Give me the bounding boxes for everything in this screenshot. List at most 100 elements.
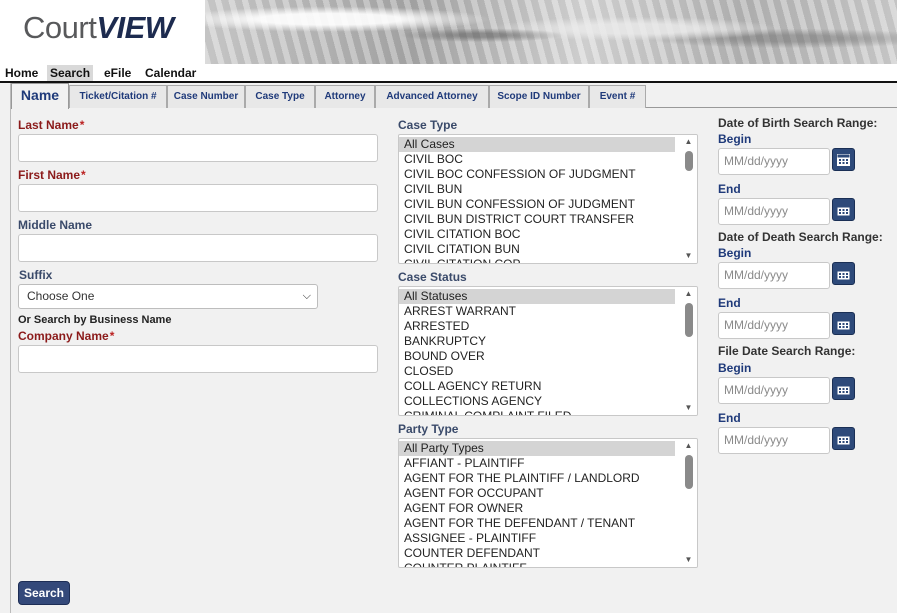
required-mark: *: [81, 168, 86, 182]
company-name-input[interactable]: [18, 345, 378, 373]
tab-event[interactable]: Event #: [589, 85, 646, 108]
dod-begin-input[interactable]: MM/dd/yyyy: [718, 262, 830, 289]
scroll-up-icon[interactable]: ▲: [680, 136, 697, 148]
last-name-label: Last Name*: [18, 118, 84, 132]
dod-end-calendar-icon[interactable]: [832, 312, 855, 335]
first-name-label: First Name*: [18, 168, 86, 182]
scroll-up-icon[interactable]: ▲: [680, 288, 697, 300]
nav-efile[interactable]: eFile: [101, 65, 134, 81]
company-name-label-text: Company Name: [18, 329, 109, 343]
case-type-option[interactable]: CIVIL CITATION BOC: [399, 227, 675, 242]
tab-case-type[interactable]: Case Type: [245, 85, 315, 108]
case-type-options: All Cases CIVIL BOC CIVIL BOC CONFESSION O…: [399, 137, 675, 263]
logo-part-court: Court: [23, 10, 97, 45]
case-status-label: Case Status: [398, 270, 467, 284]
tab-scope-id-number[interactable]: Scope ID Number: [489, 85, 589, 108]
case-status-option[interactable]: ARRESTED: [399, 319, 675, 334]
case-type-scrollbar[interactable]: ▲ ▼: [680, 135, 697, 263]
suffix-select[interactable]: Choose One ⌵: [18, 284, 318, 309]
case-type-option[interactable]: All Cases: [399, 137, 675, 152]
middle-name-input[interactable]: [18, 234, 378, 262]
dod-end-input[interactable]: MM/dd/yyyy: [718, 312, 830, 339]
tab-attorney[interactable]: Attorney: [315, 85, 375, 108]
suffix-label: Suffix: [19, 268, 53, 282]
case-type-option[interactable]: CIVIL BUN DISTRICT COURT TRANSFER: [399, 212, 675, 227]
party-type-option[interactable]: AGENT FOR THE PLAINTIFF / LANDLORD: [399, 471, 675, 486]
last-name-input[interactable]: [18, 134, 378, 162]
dob-begin-calendar-icon[interactable]: [832, 148, 855, 171]
company-name-label: Company Name*: [18, 329, 114, 343]
search-tabs: Name Ticket/Citation # Case Number Case …: [11, 83, 897, 109]
header: CourtVIEW: [0, 0, 897, 64]
scroll-down-icon[interactable]: ▼: [680, 554, 697, 566]
nav-home[interactable]: Home: [2, 65, 41, 81]
tab-case-number[interactable]: Case Number: [167, 85, 245, 108]
middle-name-label: Middle Name: [18, 218, 93, 232]
dod-range-label: Date of Death Search Range:: [718, 230, 883, 244]
nav-search[interactable]: Search: [47, 65, 94, 81]
nav-calendar[interactable]: Calendar: [142, 65, 199, 81]
file-date-range-label: File Date Search Range:: [718, 344, 856, 358]
party-type-option[interactable]: AGENT FOR OWNER: [399, 501, 675, 516]
case-status-listbox[interactable]: All Statuses ARREST WARRANT ARRESTED BANKRU…: [398, 286, 698, 416]
search-button[interactable]: Search: [18, 581, 70, 605]
scrollbar-thumb[interactable]: [685, 455, 693, 489]
party-type-option[interactable]: COUNTER PLAINTIFF: [399, 561, 675, 567]
case-type-option[interactable]: CIVIL CITATION BUN: [399, 242, 675, 257]
file-date-begin-input[interactable]: MM/dd/yyyy: [718, 377, 830, 404]
dob-begin-label: Begin: [718, 132, 752, 146]
party-type-option[interactable]: COUNTER DEFENDANT: [399, 546, 675, 561]
file-date-end-calendar-icon[interactable]: [832, 427, 855, 450]
scrollbar-thumb[interactable]: [685, 151, 693, 171]
party-type-option[interactable]: ASSIGNEE - PLAINTIFF: [399, 531, 675, 546]
file-date-end-input[interactable]: MM/dd/yyyy: [718, 427, 830, 454]
business-name-hint: Or Search by Business Name: [18, 314, 172, 326]
case-status-option[interactable]: CLOSED: [399, 364, 675, 379]
party-type-option[interactable]: AGENT FOR THE DEFENDANT / TENANT: [399, 516, 675, 531]
scrollbar-thumb[interactable]: [685, 303, 693, 337]
file-date-begin-label: Begin: [718, 361, 752, 375]
case-status-option[interactable]: COLLECTIONS AGENCY: [399, 394, 675, 409]
header-banner-image: [205, 0, 897, 64]
first-name-input[interactable]: [18, 184, 378, 212]
party-type-listbox[interactable]: All Party Types AFFIANT - PLAINTIFF AGENT …: [398, 438, 698, 568]
party-type-option[interactable]: AFFIANT - PLAINTIFF: [399, 456, 675, 471]
party-type-label: Party Type: [398, 422, 459, 436]
case-type-listbox[interactable]: All Cases CIVIL BOC CIVIL BOC CONFESSION O…: [398, 134, 698, 264]
case-type-option[interactable]: CIVIL CITATION COP: [399, 257, 675, 263]
case-status-option[interactable]: ARREST WARRANT: [399, 304, 675, 319]
top-nav: Home Search eFile Calendar: [0, 64, 897, 83]
dob-end-calendar-icon[interactable]: [832, 198, 855, 221]
party-type-scrollbar[interactable]: ▲ ▼: [680, 439, 697, 567]
dob-end-input[interactable]: MM/dd/yyyy: [718, 198, 830, 225]
case-status-option[interactable]: BANKRUPTCY: [399, 334, 675, 349]
case-status-option[interactable]: CRIMINAL COMPLAINT FILED: [399, 409, 675, 415]
scroll-down-icon[interactable]: ▼: [680, 402, 697, 414]
tab-advanced-attorney[interactable]: Advanced Attorney: [375, 85, 489, 108]
dob-begin-input[interactable]: MM/dd/yyyy: [718, 148, 830, 175]
tab-name[interactable]: Name: [11, 83, 69, 109]
courtview-logo[interactable]: CourtVIEW: [23, 10, 174, 46]
case-type-option[interactable]: CIVIL BOC CONFESSION OF JUDGMENT: [399, 167, 675, 182]
case-status-options: All Statuses ARREST WARRANT ARRESTED BANKRU…: [399, 289, 675, 415]
tab-ticket-citation[interactable]: Ticket/Citation #: [69, 85, 167, 108]
case-status-option[interactable]: BOUND OVER: [399, 349, 675, 364]
dod-begin-calendar-icon[interactable]: [832, 262, 855, 285]
case-type-option[interactable]: CIVIL BOC: [399, 152, 675, 167]
party-type-option[interactable]: All Party Types: [399, 441, 675, 456]
file-date-begin-calendar-icon[interactable]: [832, 377, 855, 400]
dod-end-label: End: [718, 296, 741, 310]
logo-part-view: VIEW: [96, 10, 174, 45]
case-type-option[interactable]: CIVIL BUN: [399, 182, 675, 197]
suffix-select-value: Choose One: [27, 289, 95, 303]
scroll-down-icon[interactable]: ▼: [680, 250, 697, 262]
case-status-option[interactable]: All Statuses: [399, 289, 675, 304]
search-panel: Name Ticket/Citation # Case Number Case …: [10, 83, 897, 613]
case-status-option[interactable]: COLL AGENCY RETURN: [399, 379, 675, 394]
scroll-up-icon[interactable]: ▲: [680, 440, 697, 452]
party-type-option[interactable]: AGENT FOR OCCUPANT: [399, 486, 675, 501]
case-status-scrollbar[interactable]: ▲ ▼: [680, 287, 697, 415]
case-type-option[interactable]: CIVIL BUN CONFESSION OF JUDGMENT: [399, 197, 675, 212]
last-name-label-text: Last Name: [18, 118, 79, 132]
first-name-label-text: First Name: [18, 168, 81, 182]
